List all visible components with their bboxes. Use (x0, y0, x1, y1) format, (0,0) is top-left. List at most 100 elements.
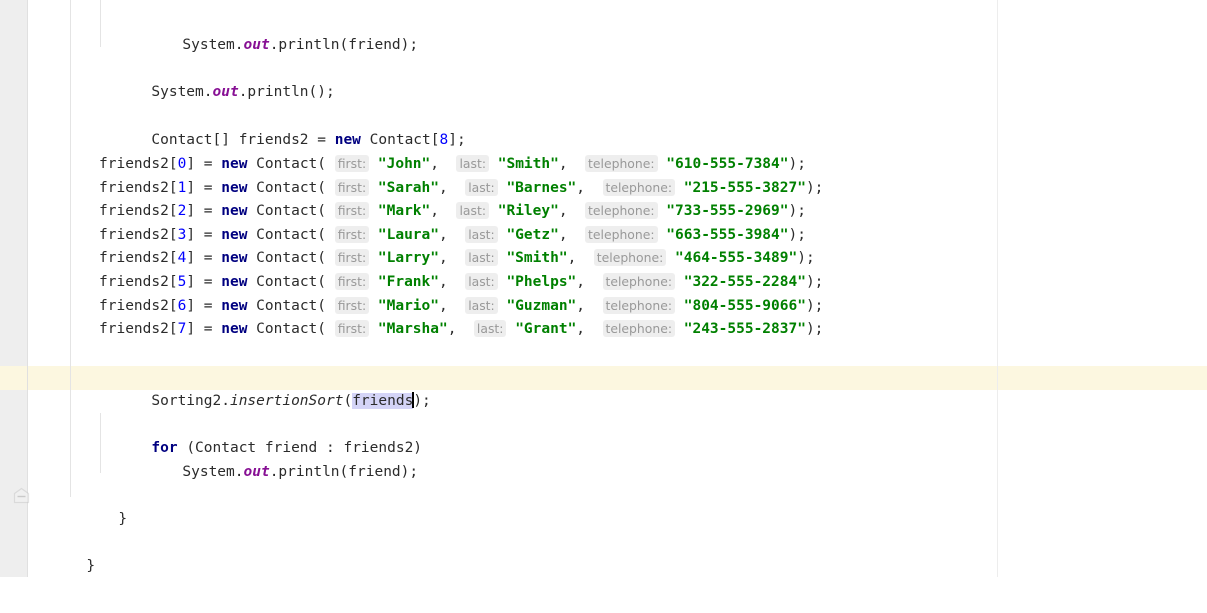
comma: , (576, 274, 603, 290)
contact-last-name: "Smith" (497, 156, 559, 172)
comma: , (567, 250, 594, 267)
constructor-name: Contact[ (360, 131, 440, 148)
keyword-new: new (221, 274, 248, 290)
println-call: .println(); (238, 83, 335, 100)
closing-brace-class: } (86, 557, 96, 574)
contact-last-name: "Barnes" (506, 179, 577, 196)
param-hint-last: last: (465, 178, 498, 196)
array-type: Contact[] friends2 = (151, 131, 335, 148)
contact-telephone: "322-555-2284" (683, 274, 806, 290)
constructor-call: Contact( (247, 250, 327, 267)
system-ref: System. (182, 463, 244, 480)
param-hint-telephone: telephone: (585, 225, 658, 243)
comma: , (438, 250, 466, 267)
comma: , (558, 203, 586, 220)
println-call: .println(friend); (269, 36, 419, 53)
code-line-contact-assignment: friends2[4] = new Contact( first: "Larry… (99, 246, 815, 270)
keyword-new: new (221, 321, 248, 338)
println-call: .println(friend); (269, 463, 419, 480)
sorting-class: Sorting2. (151, 392, 230, 409)
comma: , (430, 156, 457, 172)
field-out: out (243, 36, 270, 53)
comma: , (438, 274, 466, 290)
comma: , (576, 179, 603, 196)
closing-brace-method: } (118, 510, 128, 527)
keyword-new: new (334, 131, 361, 148)
param-hint-last: last: (456, 155, 489, 172)
constructor-call: Contact( (247, 226, 327, 243)
array-index: 0 (177, 156, 187, 172)
comma: , (576, 321, 603, 338)
code-line-contact-assignment: friends2[0] = new Contact( first: "John"… (99, 152, 806, 176)
assignment-operator: ] = (186, 203, 222, 220)
keyword-new: new (221, 297, 248, 314)
constructor-call: Contact( (247, 297, 327, 314)
param-hint-first: first: (334, 178, 370, 196)
code-line-println-friend: System.out.println(friend); (130, 10, 418, 53)
param-hint-first: first: (334, 296, 370, 314)
contact-first-name: "Laura" (377, 226, 439, 243)
contact-first-name: "Mario" (377, 297, 439, 314)
array-index: 7 (177, 321, 187, 338)
assignment-operator: ] = (186, 321, 222, 338)
param-hint-telephone: telephone: (602, 273, 675, 290)
fold-collapse-icon[interactable] (13, 487, 30, 504)
param-hint-first: first: (334, 225, 370, 243)
constructor-call: Contact( (247, 274, 327, 290)
keyword-new: new (221, 226, 248, 243)
paren-open: ( (343, 392, 353, 409)
array-index: 2 (177, 203, 187, 220)
param-hint-first: first: (334, 249, 370, 267)
contact-first-name: "Sarah" (377, 179, 439, 196)
code-line-close-brace-inner: } (66, 484, 127, 527)
gutter-caret-line (0, 366, 27, 390)
paren-close: ) (413, 392, 423, 409)
call-tail: ); (788, 203, 806, 220)
comma: , (558, 156, 586, 172)
constructor-call: Contact( (247, 179, 327, 196)
selected-argument-friends[interactable]: friends (352, 392, 414, 409)
keyword-new: new (221, 250, 248, 267)
param-hint-last: last: (465, 225, 498, 243)
code-line-println-empty: System.out.println(); (99, 57, 334, 100)
assignment-operator: ] = (186, 156, 222, 172)
code-line-sort-call: Sorting2.insertionSort(friends); (99, 366, 431, 409)
array-index: 6 (177, 297, 187, 314)
param-hint-first: first: (334, 320, 370, 338)
comma: , (576, 297, 603, 314)
param-hint-telephone: telephone: (593, 249, 667, 267)
code-content[interactable]: for (Contact friend : friends) System.ou… (0, 0, 1207, 577)
constructor-call: Contact( (247, 203, 327, 220)
assignment-operator: ] = (186, 226, 222, 243)
array-size: 8 (439, 131, 449, 148)
code-line-contact-assignment: friends2[3] = new Contact( first: "Laura… (99, 223, 806, 247)
call-tail: ); (805, 321, 824, 338)
assignment-operator: ] = (186, 250, 222, 267)
contact-last-name: "Phelps" (506, 274, 577, 290)
assignment-operator: ] = (186, 274, 222, 290)
contact-last-name: "Smith" (506, 250, 568, 267)
param-hint-telephone: telephone: (602, 320, 675, 338)
param-hint-telephone: telephone: (602, 296, 675, 314)
code-editor[interactable]: for (Contact friend : friends) System.ou… (0, 0, 1207, 577)
code-line-contact-assignment: friends2[6] = new Contact( first: "Mario… (99, 294, 823, 318)
keyword-new: new (221, 179, 248, 196)
comma: , (438, 226, 466, 243)
constructor-call: Contact( (247, 321, 327, 338)
code-line-contact-assignment: friends2[7] = new Contact( first: "Marsh… (99, 317, 823, 341)
array-decl-tail: ]; (448, 131, 466, 148)
array-access-prefix: friends2[ (99, 321, 178, 338)
array-access-prefix: friends2[ (99, 179, 178, 196)
